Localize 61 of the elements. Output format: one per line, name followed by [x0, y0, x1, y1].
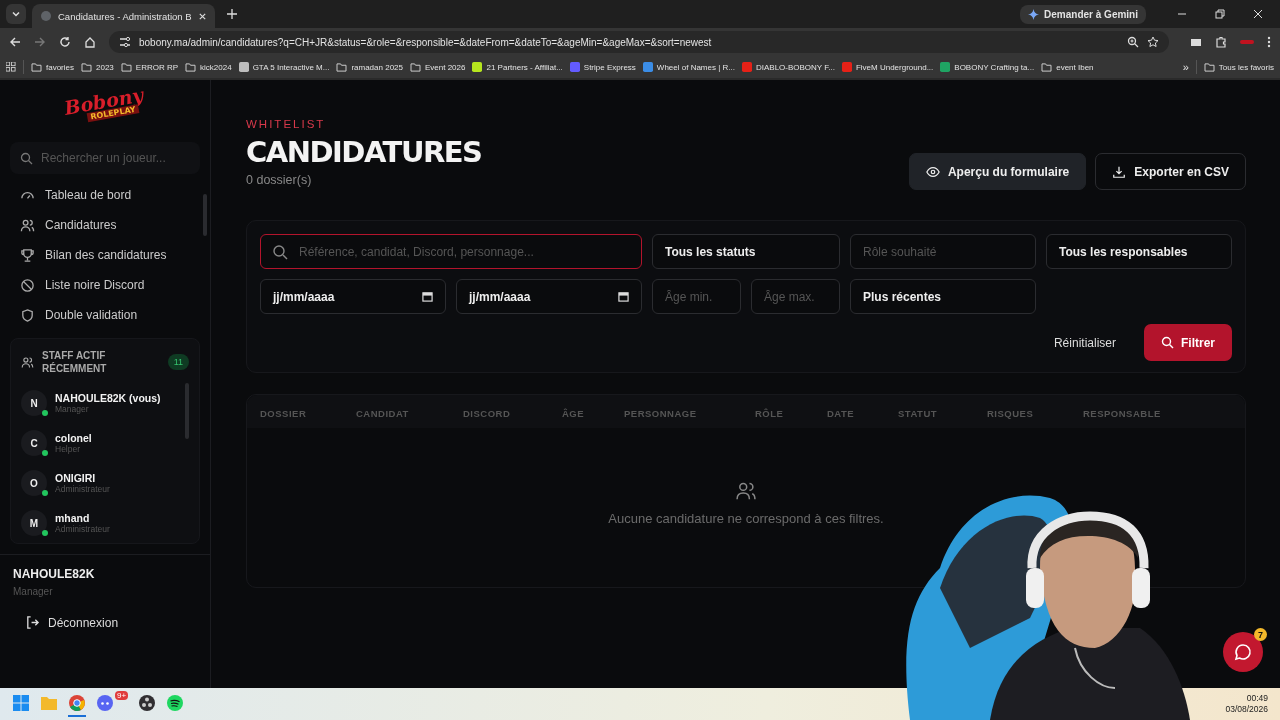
gemini-button[interactable]: Demander à Gemini	[1020, 4, 1146, 24]
bookmark[interactable]: ramadan 2025	[351, 62, 403, 72]
avatar: N	[21, 390, 47, 416]
member-role: Helper	[55, 444, 82, 454]
date-field[interactable]: jj/mm/aaaa	[260, 279, 446, 314]
user-role: Manager	[13, 586, 53, 597]
select-field[interactable]: Tous les responsables	[1046, 234, 1232, 269]
player-search-field[interactable]: Rechercher un joueur...	[10, 142, 200, 174]
bookmark[interactable]: BOBONY Crafting ta...	[954, 62, 1035, 72]
bookmark[interactable]: Stripe Express	[583, 62, 636, 72]
member-name[interactable]: ONIGIRI	[55, 472, 110, 484]
nav-item[interactable]: Bilan des candidatures	[45, 248, 167, 262]
browser-tab[interactable]: Candidatures - Administration B	[32, 4, 215, 28]
all-bookmarks-folder[interactable]: Tous les favoris	[1218, 62, 1274, 72]
nav-item[interactable]: Double validation	[45, 308, 138, 322]
system-clock[interactable]: 00:49 03/08/2026	[1225, 693, 1268, 715]
member-role: Administrateur	[55, 524, 110, 534]
age-field[interactable]: Âge max.	[751, 279, 840, 314]
logout-button[interactable]: Déconnexion	[19, 611, 125, 634]
more-bookmarks-button[interactable]: »	[1182, 61, 1189, 73]
bookmark[interactable]: Event 2026	[425, 62, 466, 72]
notification-badge: 9+	[115, 691, 129, 700]
export-button[interactable]: Exporter en CSV	[1095, 153, 1246, 190]
nav-item[interactable]: Tableau de bord	[45, 188, 132, 202]
bookmark[interactable]: 21 Partners - Affiliat...	[486, 62, 563, 72]
member-name[interactable]: mhand	[55, 512, 110, 524]
tab-title: Candidatures - Administration B	[58, 10, 192, 22]
member-name[interactable]: colonel	[55, 432, 92, 444]
date-field[interactable]: jj/mm/aaaa	[456, 279, 642, 314]
avatar: C	[21, 430, 47, 456]
bookmark[interactable]: DIABLO-BOBONY F...	[755, 62, 835, 72]
bookmark[interactable]: favories	[46, 62, 74, 72]
bookmark[interactable]: ERROR RP	[135, 62, 179, 72]
avatar: M	[21, 510, 47, 536]
bookmark[interactable]: 2023	[96, 62, 114, 72]
section-label: WHITELIST	[246, 118, 327, 130]
select-field[interactable]: Plus récentes	[850, 279, 1036, 314]
bookmark[interactable]: GTA 5 Interactive M...	[252, 62, 330, 72]
avatar: O	[21, 470, 47, 496]
age-field[interactable]: Âge min.	[652, 279, 741, 314]
page-title: CANDIDATURES	[246, 135, 482, 169]
member-role: Administrateur	[55, 484, 110, 494]
search-field[interactable]: Référence, candidat, Discord, personnage...	[260, 234, 642, 269]
nav-item[interactable]: Candidatures	[45, 218, 117, 232]
preview-button[interactable]: Aperçu du formulaire	[908, 153, 1087, 190]
bookmark[interactable]: Wheel of Names | R...	[656, 62, 735, 72]
bookmark[interactable]: FiveM Underground...	[855, 62, 934, 72]
nav-item[interactable]: Liste noire Discord	[45, 278, 145, 292]
record-count: 0 dossier(s)	[246, 173, 313, 187]
select-field[interactable]: Tous les statuts	[652, 234, 840, 269]
count-badge: 11	[167, 354, 189, 370]
member-name[interactable]: NAHOULE82K (vous)	[55, 392, 161, 404]
bookmark[interactable]: event Iben	[1056, 62, 1094, 72]
user-name: NAHOULE82K	[13, 567, 95, 581]
reset-button[interactable]: Réinitialiser	[1041, 327, 1128, 358]
input-field[interactable]: Rôle souhaité	[850, 234, 1036, 269]
empty-message: Aucune candidature ne correspond à ces filtres.	[608, 511, 884, 526]
member-role: Manager	[55, 404, 90, 414]
staff-title: STAFF ACTIF RÉCEMMENT	[42, 349, 108, 375]
bookmark[interactable]: kick2024	[200, 62, 232, 72]
filter-button[interactable]: Filtrer	[1144, 324, 1232, 361]
